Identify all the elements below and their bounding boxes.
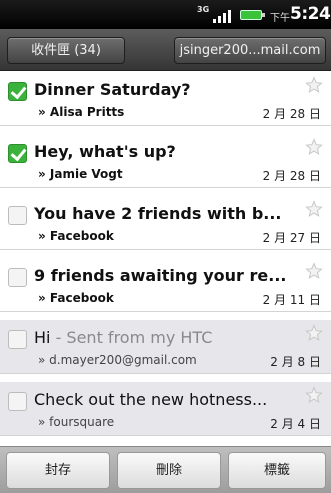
message-date: 2 月 4 日 [270,417,321,431]
message-date: 2 月 11 日 [262,293,321,307]
message-row[interactable]: Dinner Saturday? » Alisa Pritts 2 月 28 日 [0,72,331,126]
select-checkbox[interactable] [8,144,27,163]
time-period: 下午 [270,13,290,24]
message-date: 2 月 28 日 [262,169,321,183]
status-bar: 3G 下午 5:24 [0,0,331,29]
star-icon[interactable] [305,262,323,280]
message-subject: Check out the new hotness... [34,390,296,409]
mail-header: 收件匣 (34) jsinger200...mail.com [0,29,331,71]
labels-button[interactable]: 標籤 [228,452,326,489]
signal-strength-icon [213,7,235,23]
battery-icon [240,10,265,20]
message-subject: 9 friends awaiting your re... [34,266,296,285]
archive-button[interactable]: 封存 [6,452,110,489]
subject-text: Dinner Saturday? [34,80,191,99]
delete-button[interactable]: 刪除 [117,452,221,489]
subject-text: Check out the new hotness... [34,390,268,409]
message-preview: - Sent from my HTC [50,328,213,347]
star-icon[interactable] [305,200,323,218]
subject-text: 9 friends awaiting your re... [34,266,287,285]
message-row[interactable]: Check out the new hotness... » foursquar… [0,382,331,436]
message-date: 2 月 8 日 [270,355,321,369]
network-type-indicator: 3G [197,5,210,14]
message-row[interactable]: Hi - Sent from my HTC » d.mayer200@gmail… [0,320,331,374]
select-checkbox[interactable] [8,330,27,349]
message-sender: » d.mayer200@gmail.com [38,353,197,367]
star-icon[interactable] [305,324,323,342]
select-checkbox[interactable] [8,206,27,225]
star-icon[interactable] [305,76,323,94]
message-date: 2 月 28 日 [262,107,321,121]
message-row[interactable]: You have 2 friends with b... » Facebook … [0,196,331,250]
select-checkbox[interactable] [8,268,27,287]
account-selector-button[interactable]: jsinger200...mail.com [174,37,326,64]
message-list: Dinner Saturday? » Alisa Pritts 2 月 28 日… [0,72,331,446]
message-date: 2 月 27 日 [262,231,321,245]
star-icon[interactable] [305,386,323,404]
message-subject: Hey, what's up? [34,142,296,161]
bottom-action-bar: 封存 刪除 標籤 [0,446,331,493]
message-sender: » Alisa Pritts [38,105,125,119]
inbox-folder-button[interactable]: 收件匣 (34) [7,37,125,64]
star-icon[interactable] [305,138,323,156]
message-row[interactable]: 9 friends awaiting your re... » Facebook… [0,258,331,312]
message-sender: » Jamie Vogt [38,167,123,181]
message-subject: You have 2 friends with b... [34,204,296,223]
subject-text: Hey, what's up? [34,142,176,161]
subject-text: Hi [34,328,51,347]
message-sender: » Facebook [38,229,114,243]
select-checkbox[interactable] [8,82,27,101]
message-subject: Hi - Sent from my HTC [34,328,296,347]
message-sender: » foursquare [38,415,115,429]
message-subject: Dinner Saturday? [34,80,296,99]
select-checkbox[interactable] [8,392,27,411]
subject-text: You have 2 friends with b... [34,204,282,223]
message-sender: » Facebook [38,291,114,305]
message-row[interactable]: Hey, what's up? » Jamie Vogt 2 月 28 日 [0,134,331,188]
clock-time: 5:24 [290,4,331,24]
